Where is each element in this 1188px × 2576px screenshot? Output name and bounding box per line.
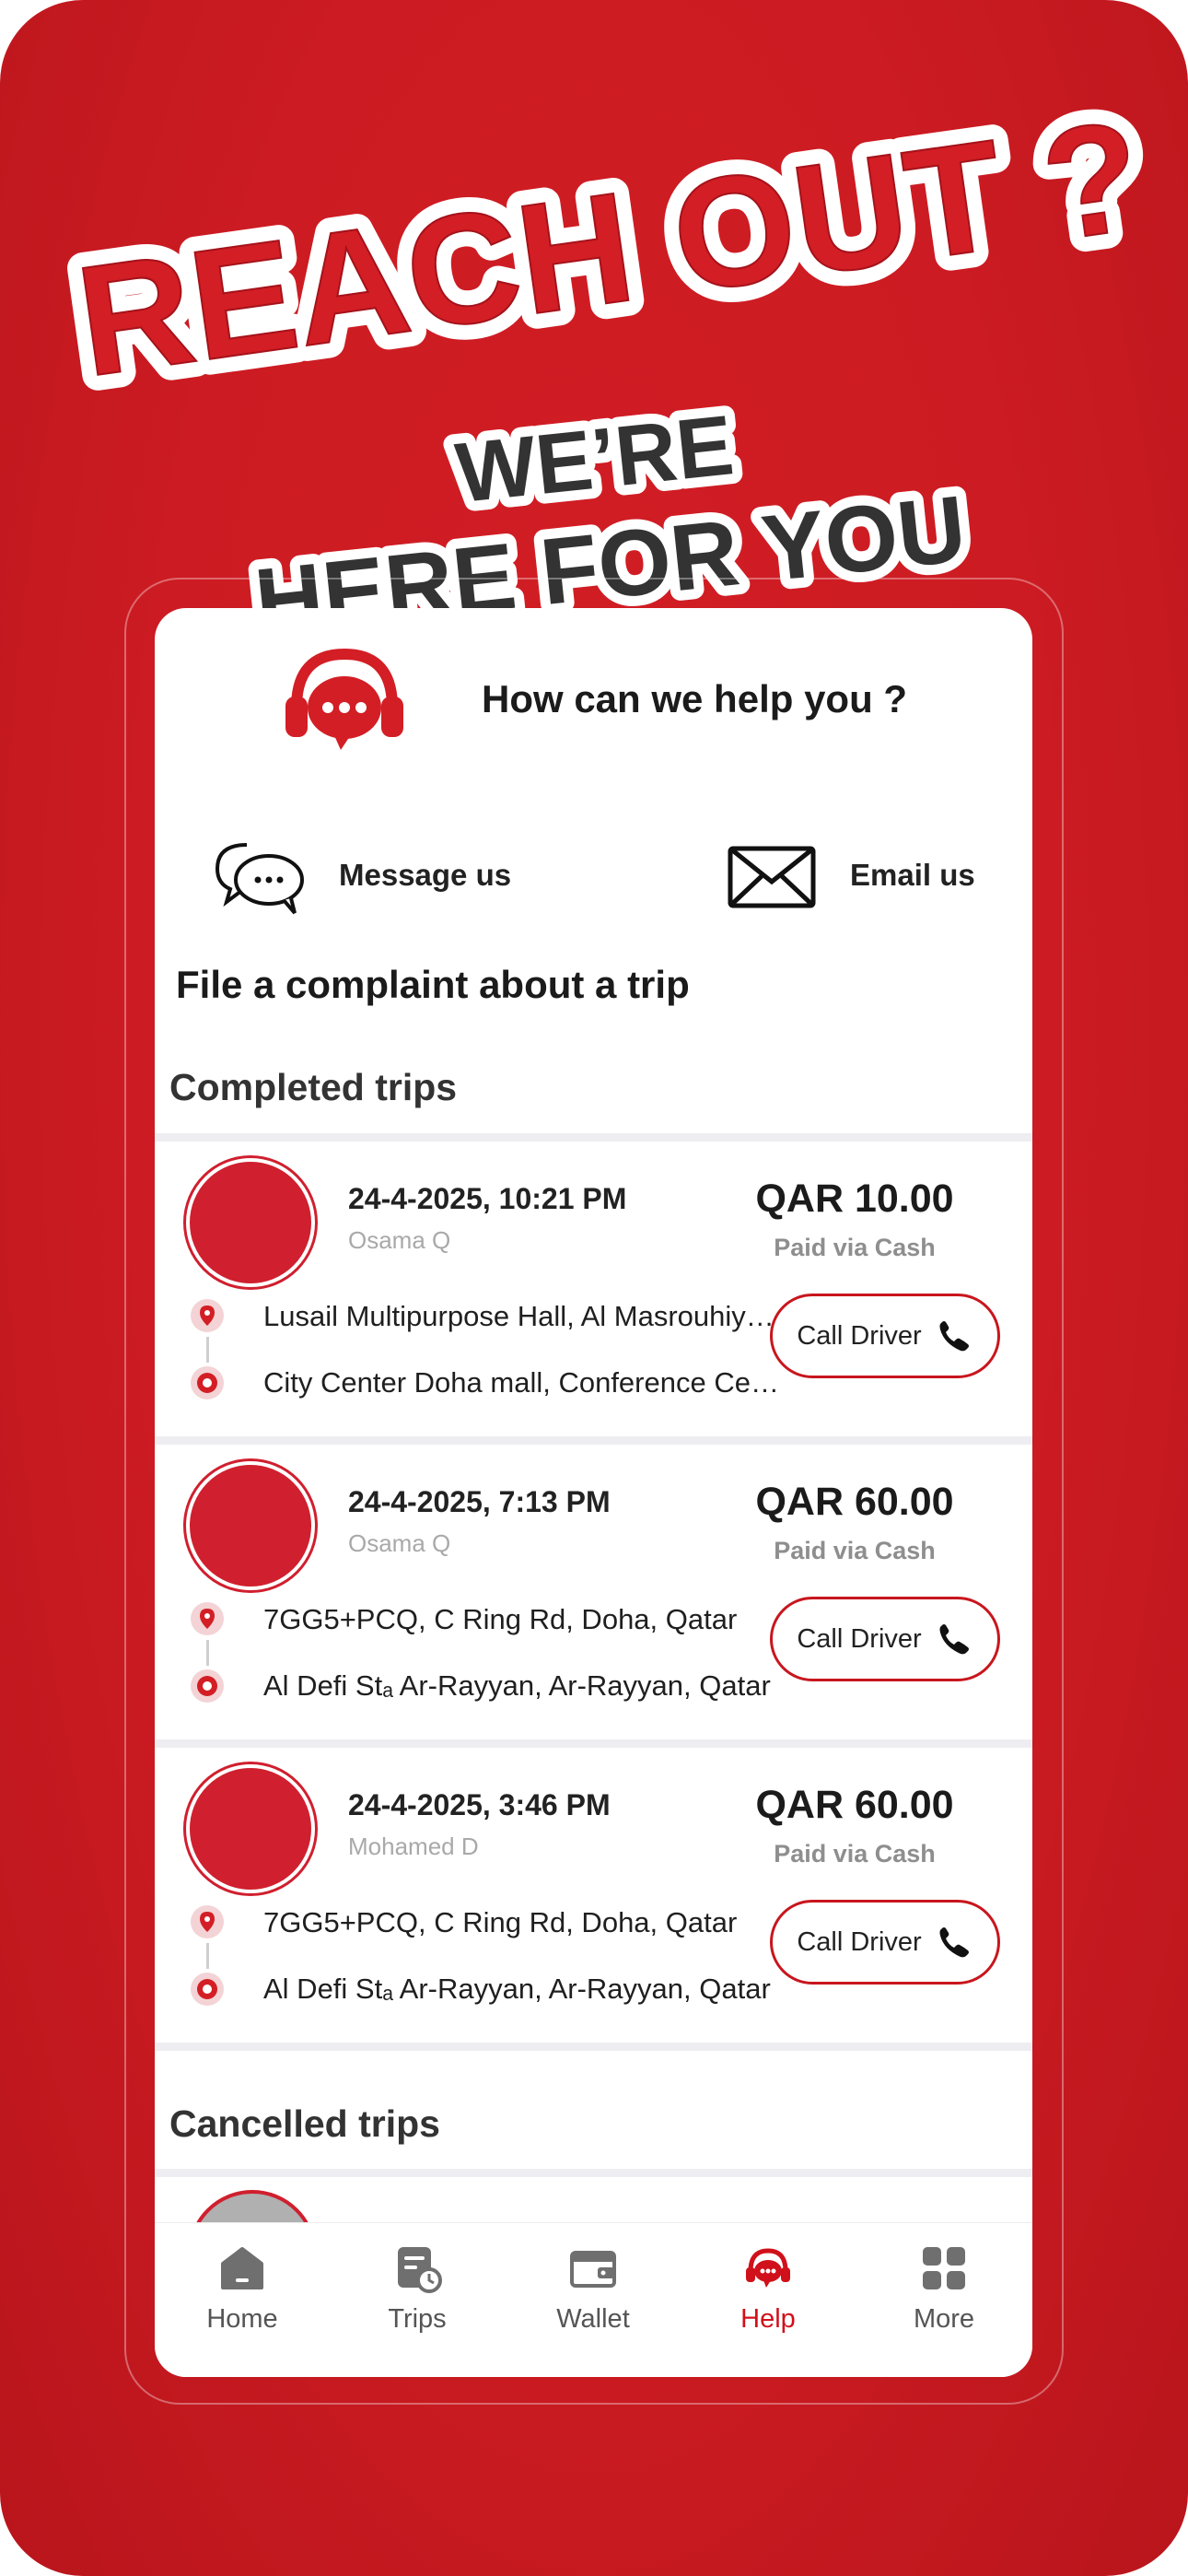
tab-trips[interactable]: Trips [330, 2243, 505, 2363]
trip-card[interactable]: 24-4-2025, 3:46 PM Mohamed D QAR 60.00 P… [155, 1748, 1032, 2043]
dropoff-address: Al Defi Stₐ Ar-Rayyan, Ar-Rayyan, Qatar [263, 1973, 771, 2005]
trip-date: 24-4-2025, 10:21 PM [348, 1182, 627, 1215]
phone-icon [939, 1927, 969, 1958]
completed-trips-heading: Completed trips [169, 1066, 458, 1108]
trip-card[interactable]: 24-4-2025, 7:13 PM Osama Q QAR 60.00 Pai… [155, 1445, 1032, 1739]
tab-trips-label: Trips [388, 2304, 447, 2334]
trip-price: QAR 60.00 [755, 1783, 954, 1827]
trip-price: QAR 60.00 [755, 1480, 954, 1524]
trip-price: QAR 10.00 [755, 1177, 954, 1221]
bottom-tab-bar: Home Trips Wallet Help More [155, 2222, 1032, 2377]
help-headset-icon [746, 2248, 790, 2288]
tab-wallet-label: Wallet [556, 2304, 630, 2334]
cancelled-trips-heading: Cancelled trips [169, 2102, 440, 2145]
route-connector [206, 1943, 209, 1969]
home-icon [221, 2247, 263, 2289]
app-screen: How can we help you ? Message us Email u… [155, 608, 1032, 2377]
dropoff-pin-icon [191, 1669, 224, 1703]
message-us-button[interactable]: Message us [210, 825, 511, 926]
payment-method: Paid via Cash [774, 1537, 936, 1564]
call-driver-label: Call Driver [797, 1926, 922, 1957]
chat-bubbles-icon [215, 843, 304, 915]
headset-chat-icon [285, 648, 403, 750]
phone-icon [939, 1321, 969, 1352]
trip-date: 24-4-2025, 3:46 PM [348, 1788, 611, 1821]
driver-avatar [186, 1764, 315, 1893]
tab-help-label: Help [740, 2304, 796, 2334]
pickup-address: 7GG5+PCQ, C Ring Rd, Doha, Qatar [263, 1906, 738, 1938]
trip-card[interactable]: 24-4-2025, 10:21 PM Osama Q QAR 10.00 Pa… [155, 1142, 1032, 1436]
driver-avatar [186, 1158, 315, 1287]
wallet-icon [570, 2251, 616, 2288]
dropoff-address: Al Defi Stₐ Ar-Rayyan, Ar-Rayyan, Qatar [263, 1669, 771, 1702]
trip-date: 24-4-2025, 7:13 PM [348, 1485, 611, 1518]
pickup-pin-icon [191, 1905, 224, 1938]
promo-background: REACH OUT ? REACH OUT ? WE’RE WE’RE HERE… [0, 0, 1188, 2576]
email-us-button[interactable]: Email us [721, 825, 975, 926]
tab-home-label: Home [206, 2304, 278, 2334]
divider [155, 2169, 1032, 2177]
tab-more[interactable]: More [856, 2243, 1031, 2363]
route-connector [206, 1337, 209, 1363]
headline-line2: WE’RE [451, 398, 738, 521]
tab-home[interactable]: Home [155, 2243, 330, 2363]
headline-line1: REACH OUT ? [68, 88, 1152, 410]
contact-options: Message us Email us [155, 825, 1032, 926]
divider [155, 1739, 1032, 1748]
message-us-label: Message us [339, 858, 512, 892]
help-header: How can we help you ? [155, 608, 1032, 783]
trips-clock-icon [398, 2247, 442, 2293]
call-driver-button[interactable]: Call Driver [770, 1597, 1000, 1681]
grid-icon [923, 2247, 965, 2289]
driver-name: Osama Q [348, 1529, 451, 1557]
call-driver-label: Call Driver [797, 1623, 922, 1654]
divider [155, 1133, 1032, 1142]
headline: REACH OUT ? REACH OUT ? WE’RE WE’RE HERE… [0, 0, 1188, 645]
tab-help[interactable]: Help [681, 2243, 856, 2363]
pickup-pin-icon [191, 1602, 224, 1635]
email-us-label: Email us [850, 858, 975, 892]
route-connector [206, 1640, 209, 1666]
help-title: How can we help you ? [482, 677, 908, 720]
pickup-address: Lusail Multipurpose Hall, Al Masrouhiya,… [263, 1300, 779, 1332]
call-driver-label: Call Driver [797, 1320, 922, 1351]
driver-name: Osama Q [348, 1226, 451, 1254]
payment-method: Paid via Cash [774, 1840, 936, 1868]
driver-name: Mohamed D [348, 1832, 479, 1860]
tab-more-label: More [913, 2304, 975, 2334]
envelope-icon [728, 846, 816, 908]
complaint-title: File a complaint about a trip [176, 963, 690, 1006]
divider [155, 1436, 1032, 1445]
dropoff-pin-icon [191, 1366, 224, 1399]
payment-method: Paid via Cash [774, 1234, 936, 1261]
pickup-address: 7GG5+PCQ, C Ring Rd, Doha, Qatar [263, 1603, 738, 1635]
call-driver-button[interactable]: Call Driver [770, 1900, 1000, 1985]
pickup-pin-icon [191, 1299, 224, 1332]
dropoff-pin-icon [191, 1973, 224, 2006]
tab-wallet[interactable]: Wallet [506, 2243, 681, 2363]
phone-icon [939, 1624, 969, 1655]
dropoff-address: City Center Doha mall, Conference Centre… [263, 1366, 779, 1399]
divider [155, 2043, 1032, 2051]
call-driver-button[interactable]: Call Driver [770, 1294, 1000, 1378]
driver-avatar [186, 1461, 315, 1590]
